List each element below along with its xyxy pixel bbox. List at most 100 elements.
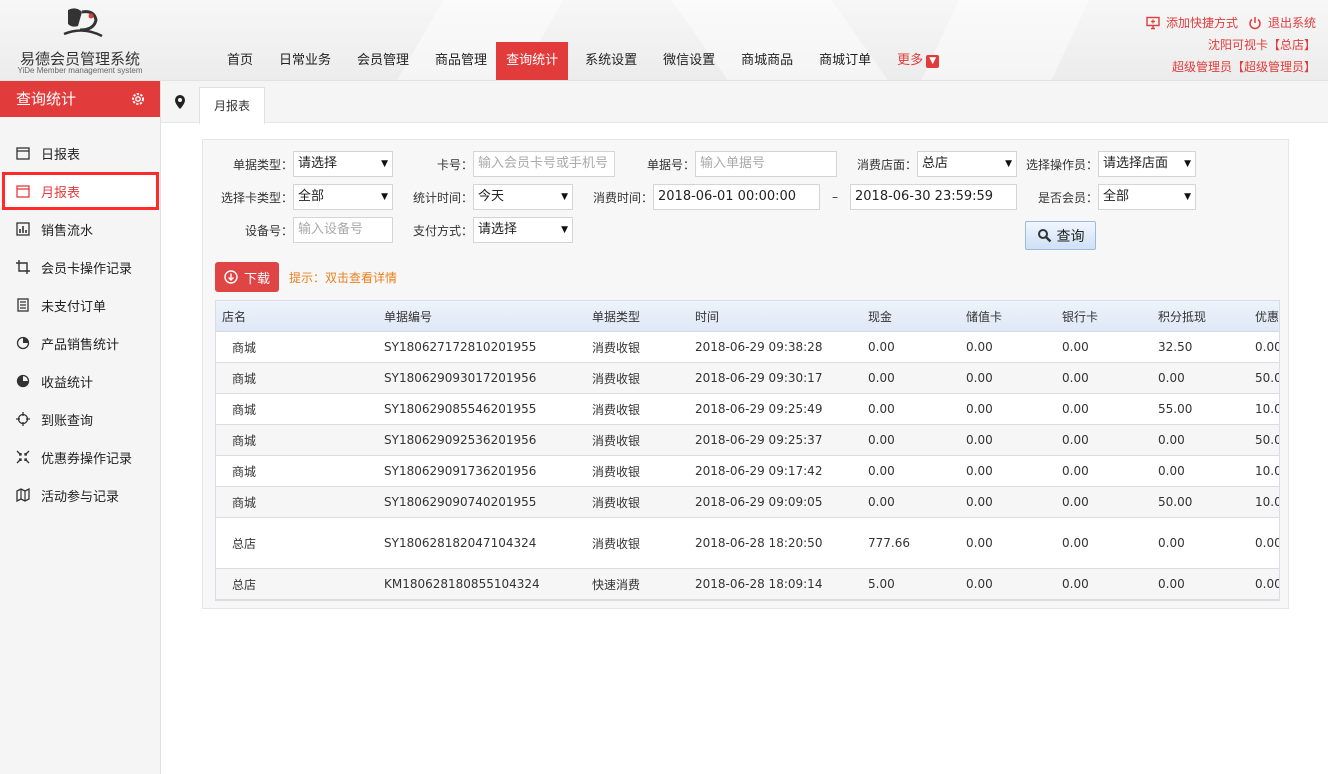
pie-chart-icon [16, 336, 30, 350]
cell-points: 0.00 [1158, 536, 1185, 550]
filter-consume-time: 消费时间： 2018-06-01 00:00:00 – 2018-06-30 2… [583, 184, 1017, 210]
sidebar-header: 查询统计 [0, 81, 160, 117]
cell-cash: 0.00 [868, 402, 895, 416]
bill-no-input[interactable]: 输入单据号 [695, 151, 837, 177]
cell-store: 商城 [232, 402, 257, 417]
download-button-label: 下载 [243, 271, 270, 287]
sidebar-item-label: 日报表 [41, 147, 81, 163]
query-button[interactable]: 查询 [1025, 221, 1096, 250]
nav-product-management[interactable]: 商品管理 [426, 42, 496, 80]
store-select[interactable]: 总店 ▼ [917, 151, 1017, 177]
col-stored-value-card[interactable]: 储值卡 [966, 308, 1062, 325]
nav-more[interactable]: 更多 ▼ [888, 42, 948, 80]
table-row[interactable]: 总店 SY180628182047104324 消费收银 2018-06-28 … [216, 518, 1279, 569]
col-discount[interactable]: 优惠 [1255, 308, 1279, 325]
card-label: 卡号： [436, 157, 473, 172]
table-row[interactable]: 商城 SY180629092536201956 消费收银 2018-06-29 … [216, 425, 1279, 456]
bill-type-value: 请选择 [298, 156, 338, 171]
card-type-value: 全部 [298, 189, 325, 204]
col-time[interactable]: 时间 [695, 308, 868, 325]
stat-time-value: 今天 [478, 189, 505, 204]
sidebar-item-sales-flow[interactable]: 销售流水 [0, 210, 160, 248]
logout-label: 退出系统 [1267, 16, 1316, 30]
sidebar-item-income-stats[interactable]: 收益统计 [0, 362, 160, 400]
sidebar-item-unpaid-orders[interactable]: 未支付订单 [0, 286, 160, 324]
cell-discount: 0.00 [1255, 340, 1280, 354]
sidebar-item-daily-report[interactable]: 日报表 [0, 134, 160, 172]
stat-time-select[interactable]: 今天 ▼ [473, 184, 573, 210]
table-row[interactable]: 总店 KM180628180855104324 快速消费 2018-06-28 … [216, 569, 1279, 600]
filter-is-member: 是否会员： 全部 ▼ [1018, 184, 1196, 210]
cell-time: 2018-06-28 18:09:14 [695, 577, 823, 591]
download-button[interactable]: 下载 [215, 262, 279, 292]
nav-home[interactable]: 首页 [218, 42, 262, 80]
col-cash[interactable]: 现金 [868, 308, 966, 325]
nav-mall-products[interactable]: 商城商品 [732, 42, 802, 80]
filter-bill-type: 单据类型： 请选择 ▼ [213, 151, 393, 177]
sidebar-item-coupon-log[interactable]: 优惠券操作记录 [0, 438, 160, 476]
device-input[interactable]: 输入设备号 [293, 217, 393, 243]
table-body: 商城 SY180627172810201955 消费收银 2018-06-29 … [216, 332, 1279, 600]
table-row[interactable]: 商城 SY180629091736201956 消费收银 2018-06-29 … [216, 456, 1279, 487]
add-shortcut-link[interactable]: 添加快捷方式 [1146, 12, 1238, 34]
filter-bill-no: 单据号： 输入单据号 [633, 151, 837, 177]
logo[interactable]: 易德会员管理系统 YiDe Member management system [0, 0, 160, 80]
cell-store: 商城 [232, 340, 257, 355]
ledger-icon [16, 298, 30, 312]
sidebar-item-monthly-report[interactable]: 月报表 [2, 172, 159, 210]
search-icon [1037, 229, 1051, 243]
filter-panel: 单据类型： 请选择 ▼ 卡号： 输入会员卡号或手机号 单据号： 输入单据号 消费店… [202, 139, 1289, 609]
download-icon [224, 270, 238, 284]
cell-bill-no: KM180628180855104324 [384, 577, 540, 591]
cell-points: 55.00 [1158, 402, 1193, 416]
sidebar-item-label: 收益统计 [41, 375, 94, 391]
half-circle-icon [16, 374, 30, 388]
table-row[interactable]: 商城 SY180629093017201956 消费收银 2018-06-29 … [216, 363, 1279, 394]
time-end-input[interactable]: 2018-06-30 23:59:59 [850, 184, 1017, 210]
table-row[interactable]: 商城 SY180629085546201955 消费收银 2018-06-29 … [216, 394, 1279, 425]
admin-info: 超级管理员【超级管理员】 [1171, 60, 1316, 74]
pay-select[interactable]: 请选择 ▼ [473, 217, 573, 243]
nav-mall-orders[interactable]: 商城订单 [810, 42, 880, 80]
card-type-select[interactable]: 全部 ▼ [293, 184, 393, 210]
col-store[interactable]: 店名 [216, 308, 384, 325]
cell-store: 商城 [232, 464, 257, 479]
card-input[interactable]: 输入会员卡号或手机号 [473, 151, 615, 177]
store-value: 总店 [922, 156, 949, 171]
cell-time: 2018-06-29 09:09:05 [695, 495, 823, 509]
sidebar-item-arrival-query[interactable]: 到账查询 [0, 400, 160, 438]
bill-no-label: 单据号： [646, 157, 695, 172]
operator-select[interactable]: 请选择店面 ▼ [1098, 151, 1196, 177]
col-points-cash[interactable]: 积分抵现 [1158, 308, 1255, 325]
logout-link[interactable]: 退出系统 [1248, 12, 1316, 34]
sidebar-item-activity-log[interactable]: 活动参与记录 [0, 476, 160, 514]
table-row[interactable]: 商城 SY180627172810201955 消费收银 2018-06-29 … [216, 332, 1279, 363]
sidebar-item-label: 月报表 [41, 185, 81, 201]
is-member-select[interactable]: 全部 ▼ [1098, 184, 1196, 210]
nav-wechat-settings[interactable]: 微信设置 [654, 42, 724, 80]
sidebar-item-label: 活动参与记录 [41, 489, 120, 505]
nav-query-statistics[interactable]: 查询统计 [496, 42, 569, 80]
table-row[interactable]: 商城 SY180629090740201955 消费收银 2018-06-29 … [216, 487, 1279, 518]
col-bank-card[interactable]: 银行卡 [1062, 308, 1158, 325]
bill-type-select[interactable]: 请选择 ▼ [293, 151, 393, 177]
sidebar-item-card-operation-log[interactable]: 会员卡操作记录 [0, 248, 160, 286]
nav-daily-business[interactable]: 日常业务 [270, 42, 340, 80]
cell-cash: 0.00 [868, 495, 895, 509]
tab-bar: 月报表 [161, 81, 1328, 124]
time-start-input[interactable]: 2018-06-01 00:00:00 [653, 184, 820, 210]
nav-member-management[interactable]: 会员管理 [348, 42, 418, 80]
caret-down-icon: ▼ [1184, 159, 1191, 169]
tab-monthly-report[interactable]: 月报表 [199, 87, 266, 124]
sidebar-item-product-sales-stats[interactable]: 产品销售统计 [0, 324, 160, 362]
hint-text: 提示：双击查看详情 [289, 271, 398, 285]
caret-down-icon: ▼ [381, 192, 388, 202]
nav-system-settings[interactable]: 系统设置 [576, 42, 646, 80]
caret-down-icon: ▼ [1005, 159, 1012, 169]
gear-icon[interactable] [130, 91, 146, 107]
cell-bank-card: 0.00 [1062, 464, 1089, 478]
cell-cash: 5.00 [868, 577, 895, 591]
col-bill-no[interactable]: 单据编号 [384, 308, 592, 325]
cell-bill-type: 快速消费 [592, 577, 641, 592]
col-bill-type[interactable]: 单据类型 [592, 308, 695, 325]
